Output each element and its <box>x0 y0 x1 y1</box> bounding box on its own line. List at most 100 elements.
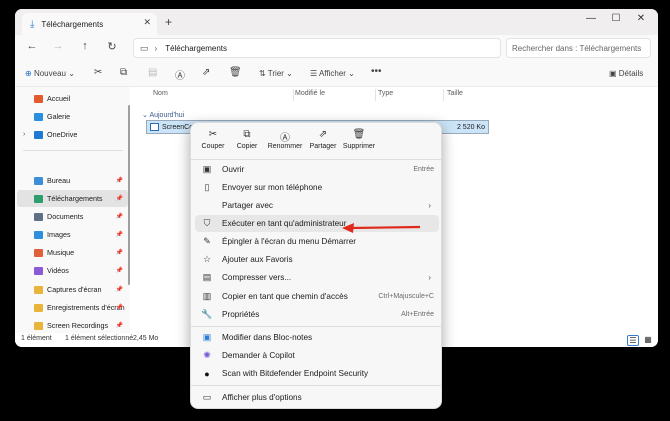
minimize-button[interactable]: — <box>578 13 604 24</box>
pin-icon: 📌 <box>115 196 123 202</box>
new-label: Nouveau <box>33 69 66 78</box>
view-button[interactable]: ☰ Afficher ⌄ <box>310 69 355 78</box>
expand-chevron-icon[interactable]: › <box>23 131 25 138</box>
cloud-icon <box>34 130 43 139</box>
sidebar-item-documents[interactable]: Documents 📌 <box>17 208 128 225</box>
selection-size: 2,45 Mo <box>133 335 159 342</box>
menu-item-ask-copilot[interactable]: ✺ Demander à Copilot <box>195 347 439 364</box>
new-button[interactable]: ⊕ Nouveau ⌄ <box>25 69 75 78</box>
document-icon <box>34 212 43 221</box>
column-header-size[interactable]: Taille <box>447 90 463 97</box>
sort-button[interactable]: ⇅ Trier ⌄ <box>259 69 293 78</box>
new-tab-button[interactable]: + <box>165 15 172 29</box>
navigation-bar: ← → ↑ ↻ ▭ › Téléchargements Rechercher d… <box>15 35 658 61</box>
menu-item-share-with[interactable]: Partager avec › <box>195 197 439 214</box>
wrench-icon: 🔧 <box>201 309 213 319</box>
sidebar-item-desktop[interactable]: Bureau 📌 <box>17 172 128 189</box>
tab-close-icon[interactable]: ✕ <box>143 17 151 28</box>
sidebar-item-gallery[interactable]: Galerie <box>17 108 128 125</box>
share-icon[interactable]: ⇗ <box>202 67 210 78</box>
selection-count: 1 élément sélectionné <box>65 335 134 342</box>
menu-item-compress[interactable]: ▤ Compresser vers... › <box>195 269 439 286</box>
sidebar-scrollbar[interactable] <box>128 105 130 285</box>
context-menu: ✂ Couper ⧉ Copier Ⓐ Renommer ⇗ Partager 🗑 Sup… <box>190 122 442 409</box>
details-view-button[interactable]: ☰ <box>627 335 639 346</box>
column-header-name[interactable]: Nom <box>153 90 168 97</box>
download-icon <box>34 194 43 203</box>
sidebar-item-screenshots[interactable]: Captures d'écran 📌 <box>17 281 128 298</box>
more-options-button[interactable]: ••• <box>371 66 382 77</box>
menu-item-open[interactable]: ▣ Ouvrir Entrée <box>195 161 439 178</box>
menu-item-properties[interactable]: 🔧 Propriétés Alt+Entrée <box>195 306 439 323</box>
open-icon: ▣ <box>202 164 212 174</box>
home-icon <box>34 94 43 103</box>
menu-item-shortcut: Alt+Entrée <box>401 311 434 318</box>
details-label: Détails <box>618 69 644 78</box>
menu-item-label: Demander à Copilot <box>222 351 295 360</box>
tab-downloads[interactable]: ⤓ Téléchargements ✕ <box>22 13 157 35</box>
menu-item-label: Épingler à l'écran du menu Démarrer <box>222 237 356 246</box>
submenu-chevron-icon: › <box>428 273 431 282</box>
sidebar-item-screen-recordings-fr[interactable]: Enregistrements d'écran 📌 <box>17 299 128 316</box>
menu-divider <box>191 385 441 386</box>
sidebar-item-videos[interactable]: Vidéos 📌 <box>17 262 128 279</box>
bitdefender-icon: ● <box>204 368 210 379</box>
column-divider[interactable] <box>443 89 444 101</box>
menu-item-label: Ajouter aux Favoris <box>222 255 293 264</box>
quick-action-label: Supprimer <box>342 143 376 150</box>
pin-icon: 📌 <box>115 250 123 256</box>
menu-item-edit-notepad[interactable]: ▣ Modifier dans Bloc-notes <box>195 329 439 346</box>
menu-item-copy-as-path[interactable]: ▥ Copier en tant que chemin d'accès Ctrl+M… <box>195 288 439 305</box>
folder-icon <box>34 303 43 312</box>
sidebar-item-home[interactable]: Accueil <box>17 90 128 107</box>
file-icon <box>150 123 159 131</box>
rename-icon[interactable]: Ⓐ <box>175 67 185 82</box>
sidebar-item-label: Galerie <box>47 112 71 121</box>
quick-action-delete[interactable]: 🗑 Supprimer <box>337 126 381 156</box>
menu-divider <box>191 159 441 160</box>
breadcrumb-location[interactable]: Téléchargements <box>165 44 227 53</box>
menu-item-shortcut: Ctrl+Majuscule+C <box>378 293 434 300</box>
menu-item-show-more-options[interactable]: ▭ Afficher plus d'options <box>195 389 439 406</box>
details-button[interactable]: ▣ Détails <box>609 69 643 78</box>
gallery-icon <box>34 112 43 121</box>
up-button[interactable]: ↑ <box>76 40 94 52</box>
column-header-type[interactable]: Type <box>378 90 393 97</box>
column-header-modified[interactable]: Modifié le <box>295 90 325 97</box>
sidebar-item-pictures[interactable]: Images 📌 <box>17 226 128 243</box>
column-divider[interactable] <box>375 89 376 101</box>
menu-item-bitdefender-scan[interactable]: ● Scan with Bitdefender Endpoint Security <box>195 365 439 382</box>
copy-path-icon: ▥ <box>202 291 212 301</box>
phone-icon: ▯ <box>204 182 210 192</box>
sidebar-item-music[interactable]: Musique 📌 <box>17 244 128 261</box>
sidebar-item-onedrive[interactable]: › OneDrive <box>17 126 128 143</box>
menu-divider <box>191 326 441 327</box>
cut-icon[interactable]: ✂ <box>94 67 102 78</box>
menu-item-pin-to-start[interactable]: ✎ Épingler à l'écran du menu Démarrer <box>195 233 439 250</box>
pin-icon: ✎ <box>203 236 211 246</box>
submenu-chevron-icon: › <box>428 201 431 210</box>
group-header[interactable]: ⌄ Aujourd'hui <box>142 111 184 119</box>
close-window-button[interactable]: ✕ <box>628 13 654 24</box>
sidebar-item-screen-recordings[interactable]: Screen Recordings 📌 <box>17 317 128 334</box>
menu-item-add-to-favorites[interactable]: ☆ Ajouter aux Favoris <box>195 251 439 268</box>
back-button[interactable]: ← <box>23 40 41 52</box>
address-bar[interactable]: ▭ › Téléchargements <box>133 38 501 58</box>
menu-item-send-to-phone[interactable]: ▯ Envoyer sur mon téléphone <box>195 179 439 196</box>
pin-icon: 📌 <box>115 268 123 274</box>
delete-icon[interactable]: 🗑 <box>229 67 242 78</box>
search-input[interactable]: Rechercher dans : Téléchargements <box>506 38 651 58</box>
maximize-button[interactable]: ☐ <box>603 13 629 24</box>
download-icon: ⤓ <box>30 18 35 30</box>
column-divider[interactable] <box>293 89 294 101</box>
tiles-view-button[interactable]: ▦ <box>642 335 654 346</box>
refresh-button[interactable]: ↻ <box>103 40 121 53</box>
forward-button[interactable]: → <box>49 40 67 52</box>
image-icon <box>34 230 43 239</box>
menu-item-label: Copier en tant que chemin d'accès <box>222 292 348 301</box>
paste-icon[interactable]: ▤ <box>148 67 157 78</box>
copy-icon[interactable]: ⧉ <box>120 67 127 78</box>
sidebar-item-downloads[interactable]: Téléchargements 📌 <box>17 190 128 207</box>
pin-icon: 📌 <box>115 232 123 238</box>
annotation-arrow-icon <box>342 223 421 233</box>
